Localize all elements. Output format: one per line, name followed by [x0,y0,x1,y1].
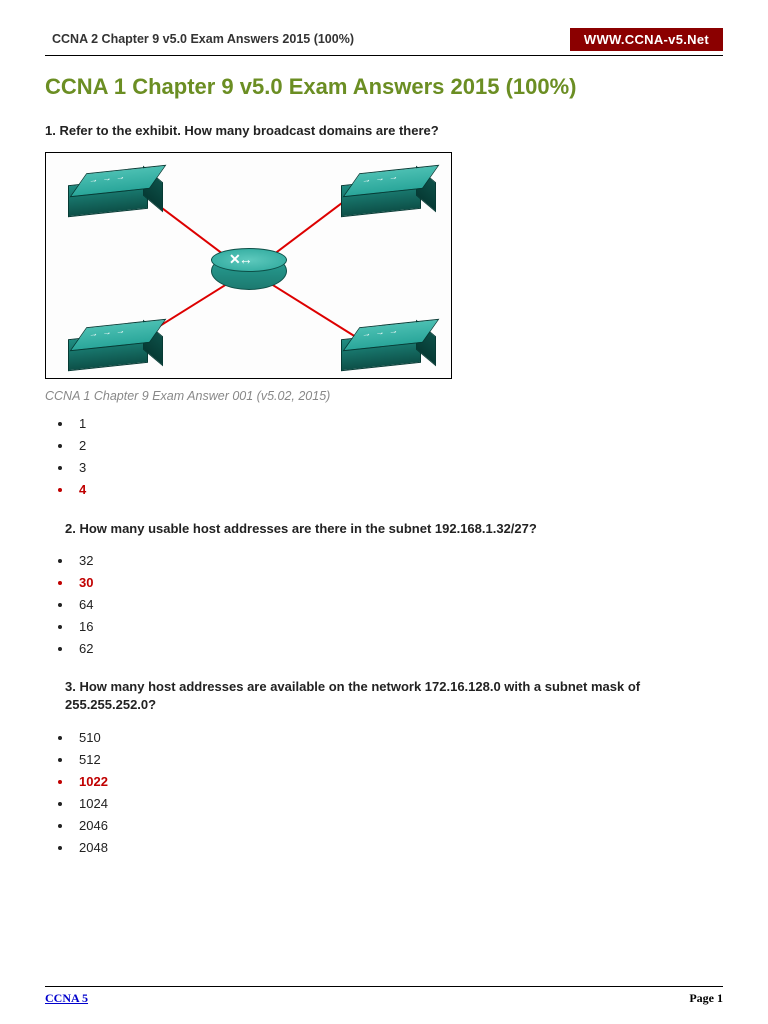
answer-option: 2046 [73,815,723,837]
question-3-prompt: 3. How many host addresses are available… [65,678,723,714]
network-exhibit: ✕↔ → → → → → → → → → → → → [45,152,452,379]
question-1-prompt: 1. Refer to the exhibit. How many broadc… [45,122,723,140]
question-1-answers: 1 2 3 4 [45,413,723,501]
answer-option: 2 [73,435,723,457]
page-footer: CCNA 5 Page 1 [45,986,723,1006]
header-left-title: CCNA 2 Chapter 9 v5.0 Exam Answers 2015 … [45,28,570,51]
answer-option: 32 [73,550,723,572]
document-page: CCNA 2 Chapter 9 v5.0 Exam Answers 2015 … [0,0,768,1024]
footer-link[interactable]: CCNA 5 [45,991,88,1006]
answer-option: 64 [73,594,723,616]
answer-option: 510 [73,727,723,749]
answer-option: 1 [73,413,723,435]
switch-icon: → → → [68,167,158,215]
question-3-answers: 510 512 1022 1024 2046 2048 [45,727,723,860]
answer-option-correct: 4 [73,479,723,501]
footer-rule [45,986,723,987]
answer-option: 3 [73,457,723,479]
answer-option-correct: 30 [73,572,723,594]
page-title: CCNA 1 Chapter 9 v5.0 Exam Answers 2015 … [45,74,723,100]
answer-option: 512 [73,749,723,771]
question-2-answers: 32 30 64 16 62 [45,550,723,660]
switch-icon: → → → [341,321,431,369]
question-2-prompt: 2. How many usable host addresses are th… [65,520,723,538]
switch-icon: → → → [341,167,431,215]
switch-icon: → → → [68,321,158,369]
answer-option: 16 [73,616,723,638]
answer-option: 1024 [73,793,723,815]
router-icon: ✕↔ [211,248,285,292]
answer-option-correct: 1022 [73,771,723,793]
page-number: Page 1 [689,991,723,1006]
header-site-badge: WWW.CCNA-v5.Net [570,28,723,51]
header-row: CCNA 2 Chapter 9 v5.0 Exam Answers 2015 … [45,28,723,51]
answer-option: 2048 [73,837,723,859]
header-rule [45,55,723,56]
answer-option: 62 [73,638,723,660]
exhibit-caption: CCNA 1 Chapter 9 Exam Answer 001 (v5.02,… [45,389,723,403]
